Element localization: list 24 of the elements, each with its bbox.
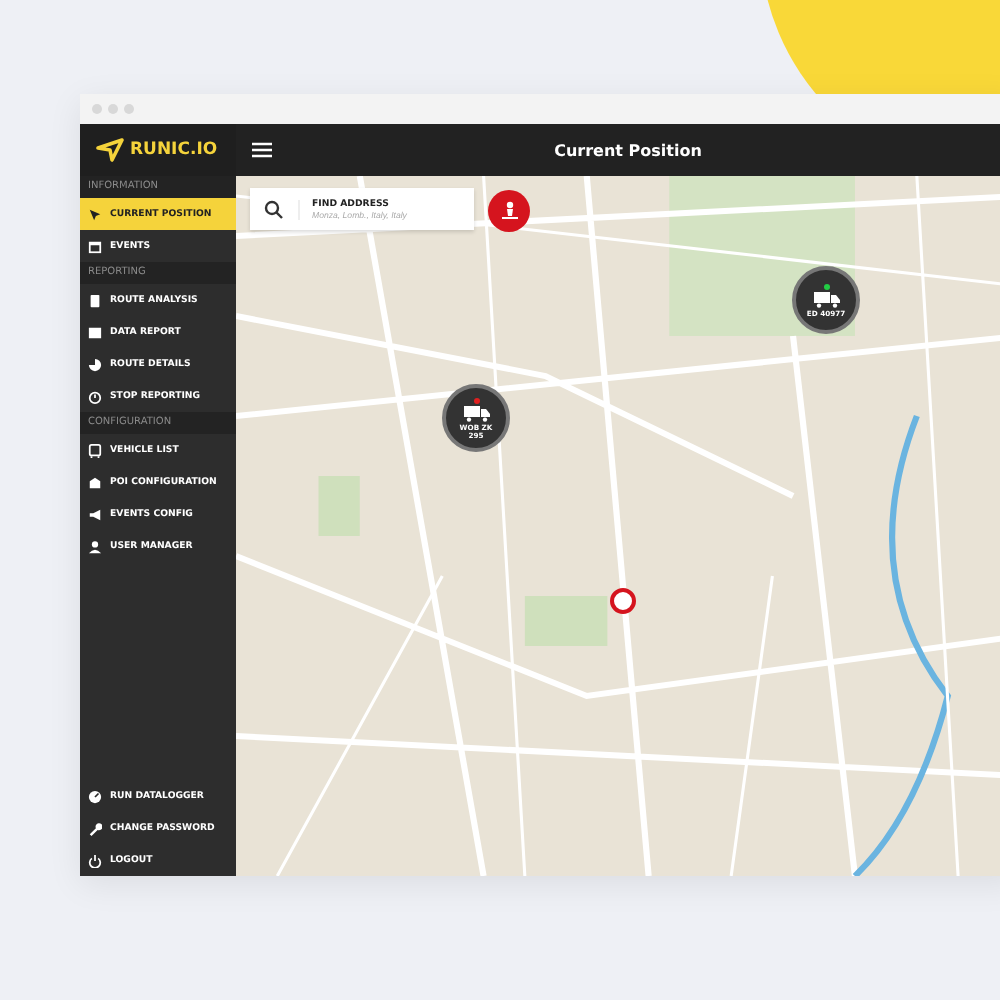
timer-icon	[88, 389, 102, 403]
megaphone-icon	[88, 507, 102, 521]
menu-icon[interactable]	[252, 142, 272, 158]
window-dot	[124, 104, 134, 114]
house-icon	[88, 475, 102, 489]
truck-icon	[463, 405, 489, 421]
person-pin-icon	[499, 200, 519, 222]
calendar-icon	[88, 239, 102, 253]
window-dot	[108, 104, 118, 114]
brand-name: RUNIC.IO	[130, 140, 218, 160]
chart-icon	[88, 325, 102, 339]
page-title: Current Position	[554, 141, 702, 159]
bus-icon	[88, 443, 102, 457]
gauge-icon	[88, 789, 102, 803]
search-icon	[264, 199, 284, 219]
user-icon	[88, 539, 102, 553]
truck-icon	[813, 291, 839, 307]
logo-icon	[96, 138, 124, 162]
pie-icon	[88, 357, 102, 371]
cursor-icon	[88, 207, 102, 221]
wrench-icon	[88, 821, 102, 835]
document-icon	[88, 293, 102, 307]
window-dot	[92, 104, 102, 114]
power-icon	[88, 853, 102, 867]
